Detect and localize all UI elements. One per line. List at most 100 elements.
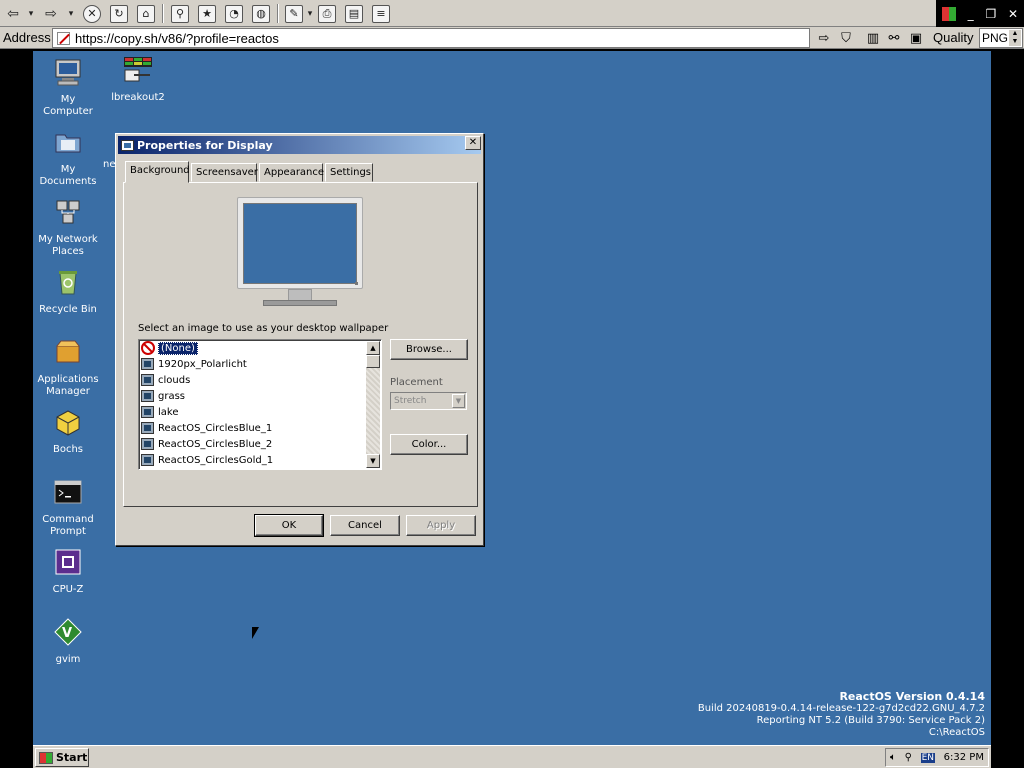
list-item[interactable]: grass: [139, 388, 381, 404]
desktop-icon-label: Recycle Bin: [39, 304, 97, 315]
desktop-icon-gvim[interactable]: V gvim: [33, 617, 103, 666]
wallpaper-name: lake: [158, 406, 179, 418]
chevron-down-icon[interactable]: ▼: [452, 394, 465, 408]
app-logo-icon: [941, 6, 956, 21]
url-text[interactable]: https://copy.sh/v86/?profile=reactos: [75, 31, 279, 46]
list-item[interactable]: ReactOS_CirclesBlue_1: [139, 420, 381, 436]
clock[interactable]: 6:32 PM: [944, 752, 984, 763]
network-tray-icon[interactable]: ⚲: [905, 752, 912, 763]
list-item[interactable]: 1920px_Polarlicht: [139, 356, 381, 372]
address-label: Address: [3, 30, 51, 45]
reload-icon[interactable]: ↻: [110, 3, 128, 24]
go-arrow-icon[interactable]: ⇨: [815, 29, 833, 47]
forward-arrow-icon[interactable]: ⇨: [42, 3, 60, 24]
window-controls: _ ❐ ✕: [936, 0, 1024, 27]
wallpaper-list[interactable]: (None) 1920px_Polarlicht clouds grass la…: [138, 339, 382, 470]
wallpaper-name: clouds: [158, 374, 191, 386]
placement-label: Placement: [390, 377, 443, 388]
desktop-icon-my-documents[interactable]: My Documents: [33, 127, 103, 188]
desktop-icon-bochs[interactable]: Bochs: [33, 407, 103, 456]
language-indicator[interactable]: EN: [920, 752, 936, 763]
desktop-icon-applications-manager[interactable]: Applications Manager: [33, 337, 103, 398]
color-button[interactable]: Color...: [390, 434, 468, 455]
tab-settings[interactable]: Settings: [325, 163, 373, 182]
system-tray: 🔈︎ ⚲ EN 6:32 PM: [885, 748, 989, 767]
list-item[interactable]: ReactOS_CirclesGold_1: [139, 452, 381, 468]
binoculars-icon[interactable]: ⚯: [885, 29, 903, 47]
list-item[interactable]: lake: [139, 404, 381, 420]
tab-background[interactable]: Background: [125, 161, 190, 183]
dialog-close-button[interactable]: ✕: [465, 136, 481, 150]
dialog-title: Properties for Display: [137, 138, 273, 152]
minimize-icon[interactable]: _: [968, 7, 974, 21]
apply-button[interactable]: Apply: [406, 515, 476, 536]
computer-icon: [55, 59, 81, 86]
desktop-icon-my-network-places[interactable]: My Network Places: [33, 197, 103, 258]
image-file-icon: [141, 438, 154, 450]
bookmark-icon[interactable]: ⛉: [837, 29, 855, 47]
wallpaper-list-scrollbar[interactable]: ▲ ▼: [366, 341, 380, 468]
desktop-icon-lbreakout2[interactable]: lbreakout2: [103, 55, 173, 104]
tab-appearance[interactable]: Appearance: [259, 163, 324, 182]
ok-button[interactable]: OK: [254, 514, 324, 537]
forward-dropdown-icon[interactable]: ▾: [66, 3, 76, 24]
wallpaper-name: (None): [158, 341, 198, 355]
desktop-icon-my-computer[interactable]: My Computer: [33, 57, 103, 118]
page-info-icon[interactable]: ≡: [372, 3, 390, 24]
restore-icon[interactable]: ❐: [985, 7, 996, 21]
edit-dropdown-icon[interactable]: ▾: [305, 3, 315, 24]
print-icon[interactable]: ⎙: [318, 3, 336, 24]
cancel-button[interactable]: Cancel: [330, 515, 400, 536]
browse-button[interactable]: Browse...: [390, 339, 468, 360]
toolbar-separator: [277, 4, 279, 23]
dialog-titlebar[interactable]: Properties for Display: [118, 136, 481, 154]
package-icon: [56, 340, 80, 363]
edit-icon[interactable]: ✎: [285, 3, 303, 24]
folder-icon: [55, 134, 81, 153]
desktop-icon-command-prompt[interactable]: Command Prompt: [33, 477, 103, 538]
wallpaper-name: grass: [158, 390, 186, 402]
globe-icon[interactable]: ◍: [252, 3, 270, 24]
back-arrow-icon[interactable]: ⇦: [4, 3, 22, 24]
save-page-icon[interactable]: ▤: [345, 3, 363, 24]
desktop-icon-label: My Computer: [43, 94, 93, 117]
desktop-icon-recycle-bin[interactable]: Recycle Bin: [33, 267, 103, 316]
wallpaper-name: ReactOS_CirclesBlue_2: [158, 438, 273, 450]
terminal-icon: [54, 480, 82, 504]
desktop-icon-label: lbreakout2: [111, 92, 165, 103]
wallpaper-label: Select an image to use as your desktop w…: [138, 323, 389, 334]
scroll-up-icon[interactable]: ▲: [366, 341, 380, 355]
scroll-thumb[interactable]: [366, 355, 380, 368]
close-icon[interactable]: ✕: [1008, 7, 1018, 21]
reactos-desktop: My Computer My Documents My Network Plac…: [33, 51, 991, 768]
toolbar-separator: [162, 4, 164, 23]
format-spinner-icon[interactable]: ▲ ▼: [1009, 30, 1021, 46]
search-icon[interactable]: ⚲: [171, 3, 189, 24]
url-input[interactable]: https://copy.sh/v86/?profile=reactos: [52, 28, 810, 48]
back-dropdown-icon[interactable]: ▾: [26, 3, 36, 24]
desktop-icon-cpu-z[interactable]: CPU-Z: [33, 547, 103, 596]
home-icon[interactable]: ⌂: [137, 3, 155, 24]
format-select[interactable]: PNG ▲ ▼: [979, 28, 1023, 48]
history-icon[interactable]: ◔: [225, 3, 243, 24]
none-icon: [141, 341, 155, 355]
display-properties-dialog: Properties for Display ✕ Background Scre…: [115, 133, 484, 546]
screenshot-icon[interactable]: ▣: [907, 29, 925, 47]
placement-select[interactable]: Stretch ▼: [390, 392, 467, 410]
tab-screensaver[interactable]: Screensaver: [191, 163, 258, 182]
image-file-icon: [141, 422, 154, 434]
list-item[interactable]: clouds: [139, 372, 381, 388]
desktop-icon-label: gvim: [55, 654, 81, 665]
image-file-icon: [141, 454, 154, 466]
list-item[interactable]: ReactOS_CirclesBlue_2: [139, 436, 381, 452]
preview-screen: [243, 203, 357, 284]
volume-icon[interactable]: 🔈︎: [890, 752, 896, 763]
stop-icon[interactable]: ✕: [83, 3, 101, 24]
monitor-stand-base: [263, 300, 337, 306]
bookmarks-icon[interactable]: ★: [198, 3, 216, 24]
start-button[interactable]: Start: [35, 748, 89, 767]
reader-icon[interactable]: ▥: [864, 29, 882, 47]
scroll-down-icon[interactable]: ▼: [366, 454, 380, 468]
list-item[interactable]: (None): [139, 340, 381, 356]
partial-desktop-icon-label: ne: [103, 159, 116, 170]
